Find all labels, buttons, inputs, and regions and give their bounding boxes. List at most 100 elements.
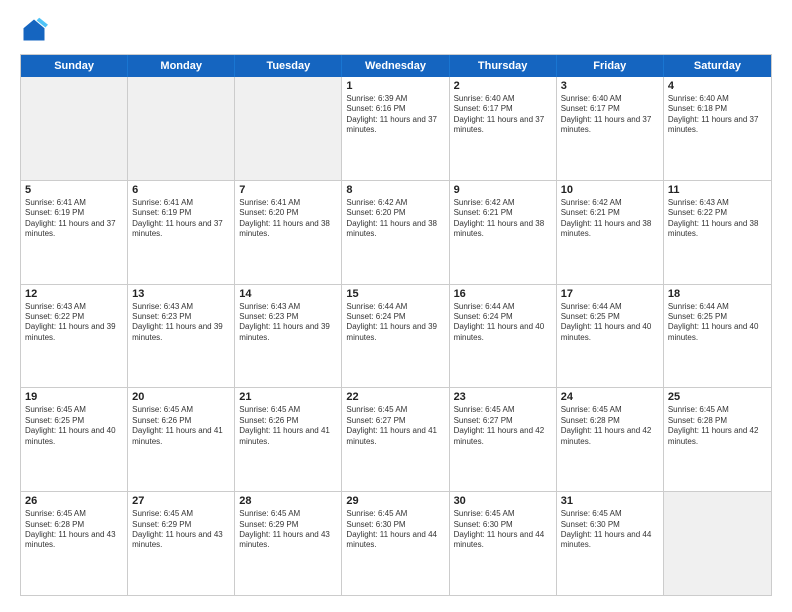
day-number: 25 (668, 391, 767, 403)
cell-info: Sunrise: 6:45 AM Sunset: 6:26 PM Dayligh… (239, 405, 337, 447)
table-row: 4 Sunrise: 6:40 AM Sunset: 6:18 PM Daylig… (664, 77, 771, 180)
cell-info: Sunrise: 6:45 AM Sunset: 6:27 PM Dayligh… (346, 405, 444, 447)
cell-info: Sunrise: 6:43 AM Sunset: 6:22 PM Dayligh… (25, 302, 123, 344)
day-number: 4 (668, 80, 767, 92)
day-number: 26 (25, 495, 123, 507)
table-row (21, 77, 128, 180)
day-number: 2 (454, 80, 552, 92)
table-row: 6 Sunrise: 6:41 AM Sunset: 6:19 PM Daylig… (128, 181, 235, 284)
table-row: 27 Sunrise: 6:45 AM Sunset: 6:29 PM Dayli… (128, 492, 235, 595)
day-number: 6 (132, 184, 230, 196)
logo-icon (20, 16, 48, 44)
table-row: 16 Sunrise: 6:44 AM Sunset: 6:24 PM Dayli… (450, 285, 557, 388)
logo (20, 16, 52, 44)
cell-info: Sunrise: 6:40 AM Sunset: 6:17 PM Dayligh… (561, 94, 659, 136)
cell-info: Sunrise: 6:42 AM Sunset: 6:21 PM Dayligh… (454, 198, 552, 240)
cell-info: Sunrise: 6:45 AM Sunset: 6:30 PM Dayligh… (454, 509, 552, 551)
day-number: 15 (346, 288, 444, 300)
day-number: 5 (25, 184, 123, 196)
table-row: 19Sunrise: 6:45 AM Sunset: 6:25 PM Dayli… (21, 388, 128, 491)
cell-info: Sunrise: 6:45 AM Sunset: 6:27 PM Dayligh… (454, 405, 552, 447)
cell-info: Sunrise: 6:41 AM Sunset: 6:19 PM Dayligh… (25, 198, 123, 240)
weekday-header: Friday (557, 55, 664, 77)
day-number: 13 (132, 288, 230, 300)
calendar-header: SundayMondayTuesdayWednesdayThursdayFrid… (21, 55, 771, 77)
cell-info: Sunrise: 6:45 AM Sunset: 6:28 PM Dayligh… (668, 405, 767, 447)
day-number: 14 (239, 288, 337, 300)
cell-info: Sunrise: 6:40 AM Sunset: 6:18 PM Dayligh… (668, 94, 767, 136)
day-number: 27 (132, 495, 230, 507)
header (20, 16, 772, 44)
day-number: 21 (239, 391, 337, 403)
cell-info: Sunrise: 6:45 AM Sunset: 6:29 PM Dayligh… (132, 509, 230, 551)
weekday-header: Sunday (21, 55, 128, 77)
weekday-header: Tuesday (235, 55, 342, 77)
table-row: 18Sunrise: 6:44 AM Sunset: 6:25 PM Dayli… (664, 285, 771, 388)
day-number: 28 (239, 495, 337, 507)
table-row: 5 Sunrise: 6:41 AM Sunset: 6:19 PM Daylig… (21, 181, 128, 284)
day-number: 30 (454, 495, 552, 507)
cell-info: Sunrise: 6:43 AM Sunset: 6:23 PM Dayligh… (132, 302, 230, 344)
cell-info: Sunrise: 6:44 AM Sunset: 6:24 PM Dayligh… (454, 302, 552, 344)
cell-info: Sunrise: 6:45 AM Sunset: 6:30 PM Dayligh… (346, 509, 444, 551)
cell-info: Sunrise: 6:44 AM Sunset: 6:24 PM Dayligh… (346, 302, 444, 344)
table-row (128, 77, 235, 180)
weekday-header: Wednesday (342, 55, 449, 77)
table-row: 10 Sunrise: 6:42 AM Sunset: 6:21 PM Dayli… (557, 181, 664, 284)
cell-info: Sunrise: 6:44 AM Sunset: 6:25 PM Dayligh… (668, 302, 767, 344)
day-number: 19 (25, 391, 123, 403)
table-row: 3Sunrise: 6:40 AM Sunset: 6:17 PM Daylig… (557, 77, 664, 180)
calendar: SundayMondayTuesdayWednesdayThursdayFrid… (20, 54, 772, 596)
table-row: 31 Sunrise: 6:45 AM Sunset: 6:30 PM Dayli… (557, 492, 664, 595)
table-row: 17Sunrise: 6:44 AM Sunset: 6:25 PM Dayli… (557, 285, 664, 388)
table-row: 25 Sunrise: 6:45 AM Sunset: 6:28 PM Dayli… (664, 388, 771, 491)
table-row: 26Sunrise: 6:45 AM Sunset: 6:28 PM Dayli… (21, 492, 128, 595)
cell-info: Sunrise: 6:43 AM Sunset: 6:22 PM Dayligh… (668, 198, 767, 240)
table-row: 7 Sunrise: 6:41 AM Sunset: 6:20 PM Daylig… (235, 181, 342, 284)
cell-info: Sunrise: 6:42 AM Sunset: 6:20 PM Dayligh… (346, 198, 444, 240)
cell-info: Sunrise: 6:45 AM Sunset: 6:26 PM Dayligh… (132, 405, 230, 447)
table-row: 21 Sunrise: 6:45 AM Sunset: 6:26 PM Dayli… (235, 388, 342, 491)
table-row: 23 Sunrise: 6:45 AM Sunset: 6:27 PM Dayli… (450, 388, 557, 491)
day-number: 20 (132, 391, 230, 403)
day-number: 24 (561, 391, 659, 403)
day-number: 9 (454, 184, 552, 196)
day-number: 1 (346, 80, 444, 92)
day-number: 12 (25, 288, 123, 300)
cell-info: Sunrise: 6:39 AM Sunset: 6:16 PM Dayligh… (346, 94, 444, 136)
table-row: 28 Sunrise: 6:45 AM Sunset: 6:29 PM Dayli… (235, 492, 342, 595)
day-number: 31 (561, 495, 659, 507)
table-row: 13 Sunrise: 6:43 AM Sunset: 6:23 PM Dayli… (128, 285, 235, 388)
table-row: 11Sunrise: 6:43 AM Sunset: 6:22 PM Dayli… (664, 181, 771, 284)
weekday-header: Saturday (664, 55, 771, 77)
cell-info: Sunrise: 6:45 AM Sunset: 6:29 PM Dayligh… (239, 509, 337, 551)
cell-info: Sunrise: 6:42 AM Sunset: 6:21 PM Dayligh… (561, 198, 659, 240)
table-row: 12 Sunrise: 6:43 AM Sunset: 6:22 PM Dayli… (21, 285, 128, 388)
calendar-week: 5 Sunrise: 6:41 AM Sunset: 6:19 PM Daylig… (21, 180, 771, 284)
cell-info: Sunrise: 6:45 AM Sunset: 6:30 PM Dayligh… (561, 509, 659, 551)
calendar-week: 26Sunrise: 6:45 AM Sunset: 6:28 PM Dayli… (21, 491, 771, 595)
cell-info: Sunrise: 6:40 AM Sunset: 6:17 PM Dayligh… (454, 94, 552, 136)
table-row: 1 Sunrise: 6:39 AM Sunset: 6:16 PM Daylig… (342, 77, 449, 180)
table-row: 22 Sunrise: 6:45 AM Sunset: 6:27 PM Dayli… (342, 388, 449, 491)
day-number: 23 (454, 391, 552, 403)
table-row: 20 Sunrise: 6:45 AM Sunset: 6:26 PM Dayli… (128, 388, 235, 491)
cell-info: Sunrise: 6:41 AM Sunset: 6:19 PM Dayligh… (132, 198, 230, 240)
calendar-week: 12 Sunrise: 6:43 AM Sunset: 6:22 PM Dayli… (21, 284, 771, 388)
table-row: 14Sunrise: 6:43 AM Sunset: 6:23 PM Dayli… (235, 285, 342, 388)
table-row: 29 Sunrise: 6:45 AM Sunset: 6:30 PM Dayli… (342, 492, 449, 595)
table-row: 24 Sunrise: 6:45 AM Sunset: 6:28 PM Dayli… (557, 388, 664, 491)
table-row: 15 Sunrise: 6:44 AM Sunset: 6:24 PM Dayli… (342, 285, 449, 388)
table-row: 2 Sunrise: 6:40 AM Sunset: 6:17 PM Daylig… (450, 77, 557, 180)
day-number: 29 (346, 495, 444, 507)
calendar-week: 1 Sunrise: 6:39 AM Sunset: 6:16 PM Daylig… (21, 77, 771, 180)
day-number: 22 (346, 391, 444, 403)
table-row (664, 492, 771, 595)
weekday-header: Monday (128, 55, 235, 77)
cell-info: Sunrise: 6:41 AM Sunset: 6:20 PM Dayligh… (239, 198, 337, 240)
cell-info: Sunrise: 6:45 AM Sunset: 6:28 PM Dayligh… (561, 405, 659, 447)
day-number: 10 (561, 184, 659, 196)
calendar-week: 19Sunrise: 6:45 AM Sunset: 6:25 PM Dayli… (21, 387, 771, 491)
day-number: 16 (454, 288, 552, 300)
day-number: 7 (239, 184, 337, 196)
